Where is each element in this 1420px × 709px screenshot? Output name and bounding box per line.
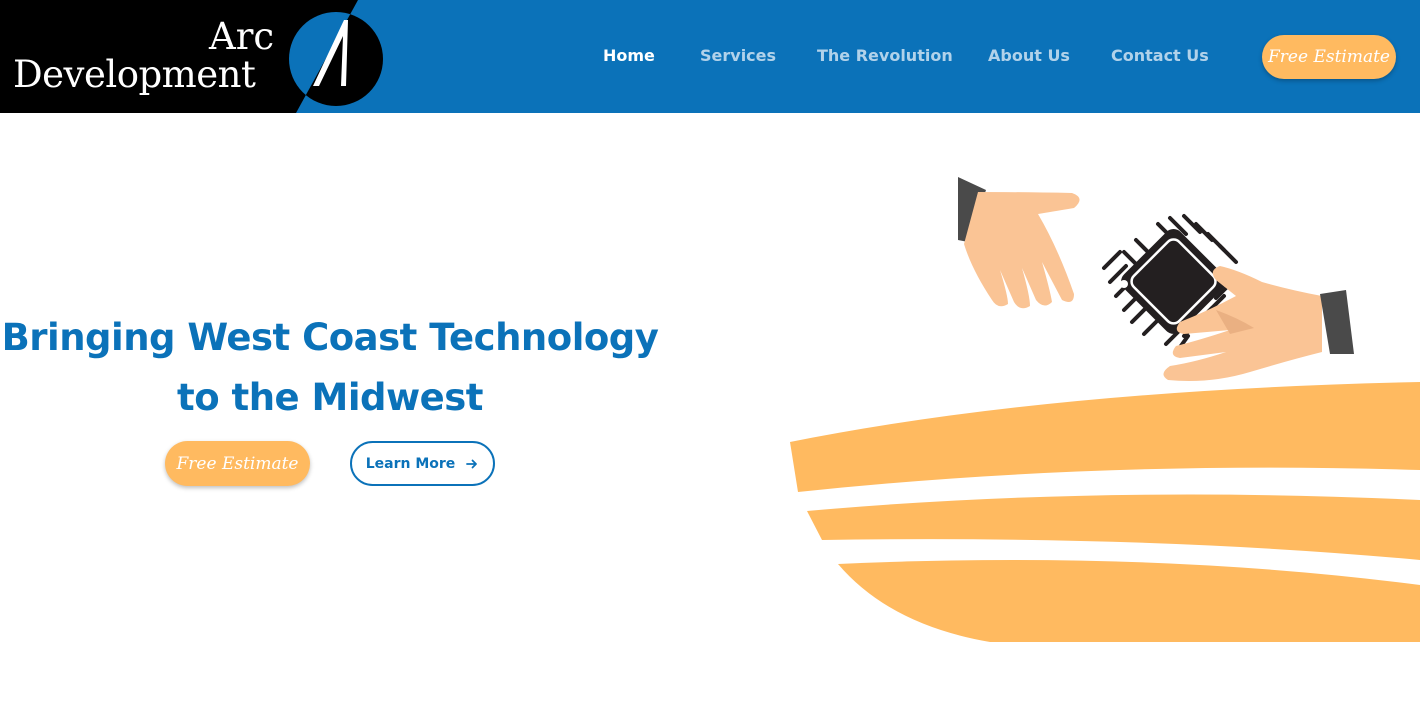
hero-title: Bringing West Coast Technology to the Mi… — [0, 308, 660, 428]
nav-about-us[interactable]: About Us — [988, 46, 1070, 68]
nav-home[interactable]: Home — [603, 46, 655, 68]
hero-title-line2: to the Midwest — [177, 376, 483, 419]
header-free-estimate-button[interactable]: Free Estimate — [1262, 35, 1396, 79]
hands-exchanging-chip-illustration — [790, 177, 1420, 642]
learn-more-label: Learn More — [365, 455, 456, 472]
nav-the-revolution[interactable]: The Revolution — [817, 46, 953, 68]
arrow-right-icon — [466, 459, 478, 468]
logo[interactable]: Arc Development — [0, 0, 384, 113]
header-bar: Arc Development Home Services The Revolu… — [0, 0, 1420, 113]
hero-title-line1: Bringing West Coast Technology — [1, 316, 659, 359]
logo-text-development: Development — [13, 53, 256, 96]
left-hand — [964, 192, 1080, 309]
hero-free-estimate-button[interactable]: Free Estimate — [165, 441, 310, 486]
nav-contact-us[interactable]: Contact Us — [1111, 46, 1209, 68]
learn-more-button[interactable]: Learn More — [350, 441, 495, 486]
logo-text-arc: Arc — [209, 15, 275, 58]
swoosh-1 — [790, 382, 1420, 492]
swoosh-3 — [838, 560, 1420, 642]
nav-services[interactable]: Services — [700, 46, 776, 68]
swoosh-2 — [807, 494, 1420, 560]
right-sleeve — [1320, 290, 1354, 354]
